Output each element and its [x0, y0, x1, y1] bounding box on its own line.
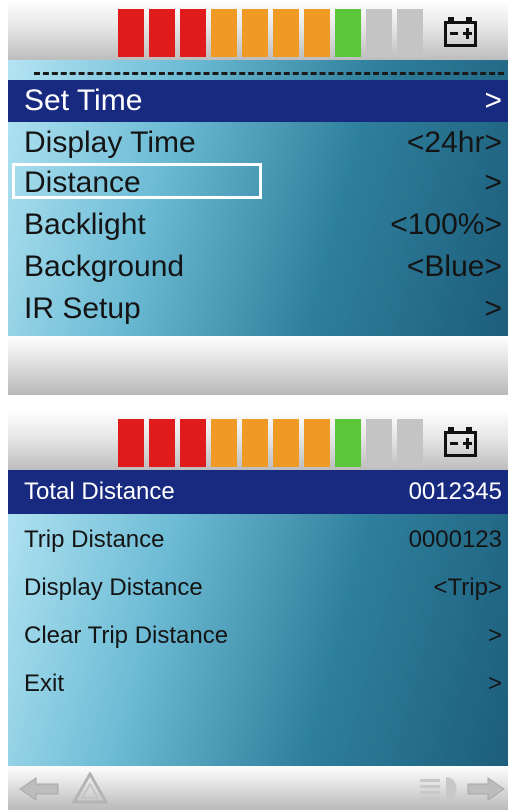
menu-item-value: > [484, 84, 502, 117]
menu-item-label: Exit [24, 670, 65, 697]
headlight-icon[interactable] [416, 774, 462, 804]
gauge-segment [304, 9, 330, 57]
gauge-segment [242, 9, 268, 57]
bottom-bar [8, 336, 508, 395]
gauge-segment [180, 9, 206, 57]
gauge-segment [273, 9, 299, 57]
divider [34, 72, 504, 75]
status-bar [8, 410, 508, 470]
menu-item-label: Display Distance [24, 574, 203, 601]
bottom-bar [8, 766, 508, 810]
gauge-segment [397, 9, 423, 57]
menu-item-label: Display Time [24, 126, 196, 159]
right-arrow-icon[interactable] [466, 776, 506, 802]
gauge-segment [149, 419, 175, 467]
menu-item-value: <Blue> [406, 250, 502, 283]
menu-item-value: 0000123 [408, 526, 502, 553]
gauge-segment [118, 9, 144, 57]
menu-item-value: <Trip> [433, 574, 502, 601]
focus-highlight-box [12, 163, 262, 199]
distance-menu-screen: Total Distance 0012345 Trip Distance 000… [8, 410, 508, 810]
settings-menu-screen: Set Time > Display Time <24hr> Distance … [8, 0, 508, 395]
menu-item-background[interactable]: Background <Blue> [8, 246, 508, 288]
menu-item-value: <24hr> [406, 126, 502, 159]
gauge-segment [242, 419, 268, 467]
battery-level-gauge [118, 9, 428, 57]
menu-item-label: Total Distance [24, 478, 175, 505]
menu-item-value: > [484, 166, 502, 199]
menu-panel: Set Time > Display Time <24hr> Distance … [8, 60, 508, 336]
menu-item-exit[interactable]: Exit > [8, 662, 508, 706]
battery-icon [444, 17, 477, 47]
gauge-segment [335, 9, 361, 57]
menu-item-value: 0012345 [408, 478, 502, 505]
menu-item-label: Background [24, 250, 185, 283]
menu-item-total-distance[interactable]: Total Distance 0012345 [8, 470, 508, 514]
menu-item-display-time[interactable]: Display Time <24hr> [8, 122, 508, 164]
gauge-segment [366, 9, 392, 57]
menu-panel: Total Distance 0012345 Trip Distance 000… [8, 470, 508, 766]
menu-item-label: Backlight [24, 208, 146, 241]
battery-icon [444, 427, 477, 457]
menu-item-clear-trip-distance[interactable]: Clear Trip Distance > [8, 614, 508, 658]
gauge-segment [397, 419, 423, 467]
menu-item-value: > [487, 622, 502, 649]
menu-item-label: IR Setup [24, 292, 141, 325]
menu-item-value: > [484, 292, 502, 325]
menu-item-label: Trip Distance [24, 526, 165, 553]
gauge-segment [366, 419, 392, 467]
gauge-segment [273, 419, 299, 467]
gauge-segment [118, 419, 144, 467]
menu-item-value: <100%> [390, 208, 502, 241]
menu-item-backlight[interactable]: Backlight <100%> [8, 204, 508, 246]
gauge-segment [304, 419, 330, 467]
gauge-segment [180, 419, 206, 467]
gauge-segment [149, 9, 175, 57]
menu-item-set-time[interactable]: Set Time > [8, 80, 508, 122]
gauge-segment [211, 419, 237, 467]
menu-item-label: Clear Trip Distance [24, 622, 229, 649]
gauge-segment [211, 9, 237, 57]
menu-item-trip-distance[interactable]: Trip Distance 0000123 [8, 518, 508, 562]
battery-level-gauge [118, 419, 428, 467]
left-arrow-icon[interactable] [18, 776, 60, 802]
menu-item-display-distance[interactable]: Display Distance <Trip> [8, 566, 508, 610]
menu-item-label: Set Time [24, 84, 143, 117]
hazard-warning-icon[interactable] [72, 772, 108, 804]
status-bar [8, 0, 508, 60]
menu-item-value: > [487, 670, 502, 697]
gauge-segment [335, 419, 361, 467]
menu-item-ir-setup[interactable]: IR Setup > [8, 288, 508, 330]
